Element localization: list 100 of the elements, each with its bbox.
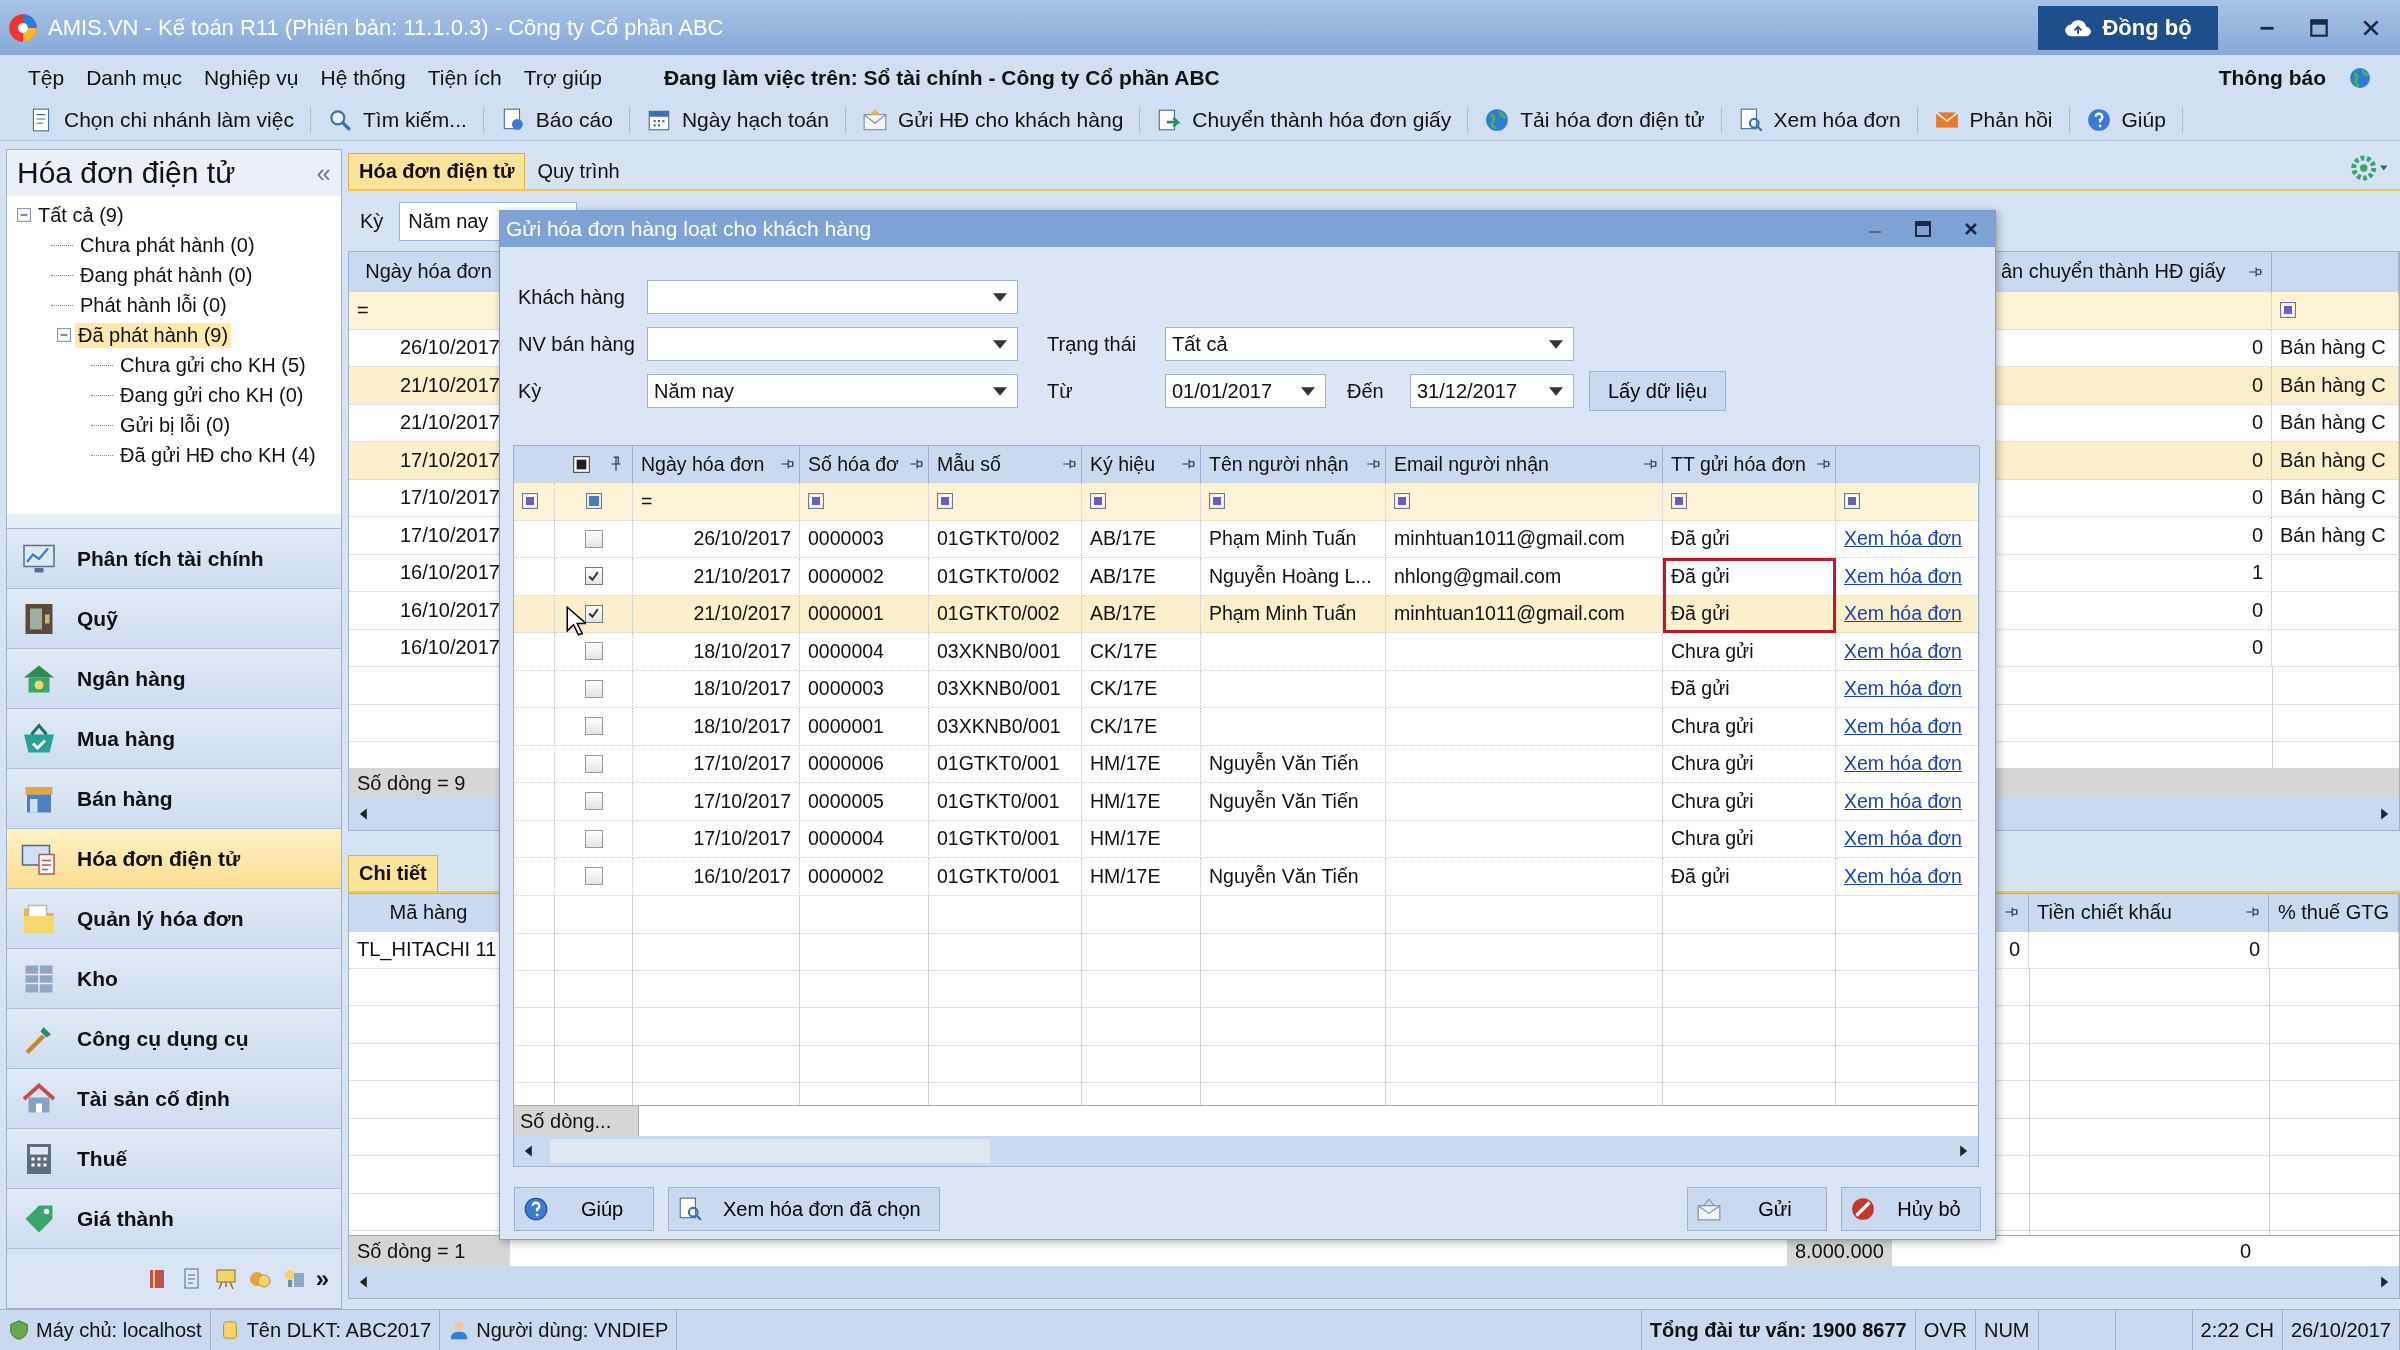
row-checkbox[interactable] (584, 829, 603, 848)
module-item[interactable]: Ngân hàng (7, 649, 341, 709)
more-button[interactable]: » (315, 1264, 329, 1293)
module-item[interactable]: Kho (7, 949, 341, 1009)
filter-icon[interactable] (1394, 493, 1410, 510)
invoice-row[interactable]: 18/10/2017 0000003 03XKNB0/001 CK/17E Đã gửi Xem hóa đơn (514, 670, 1978, 708)
row-checkbox[interactable] (584, 529, 603, 548)
view-invoice-link[interactable]: Xem hóa đơn (1844, 527, 1962, 551)
module-item[interactable]: Hóa đơn điện tử (7, 829, 341, 889)
toolbar-button[interactable]: Chuyển thành hóa đơn giấy (1192, 108, 1452, 132)
tree-item[interactable]: Chưa gửi cho KH (5) (117, 352, 309, 378)
filter-operator[interactable]: = (641, 489, 653, 513)
menu-item[interactable]: Nghiệp vụ (203, 65, 299, 90)
horizontal-scrollbar[interactable] (514, 1136, 1978, 1166)
menu-item[interactable]: Danh mục (86, 65, 182, 90)
pin-icon[interactable] (908, 456, 924, 472)
column-header[interactable]: Mẫu số (929, 446, 1082, 483)
toolbar-button[interactable]: Chọn chi nhánh làm việc (64, 108, 294, 132)
view-invoice-link[interactable]: Xem hóa đơn (1844, 639, 1962, 663)
invoice-row[interactable]: 17/10/2017 0000006 01GTKT0/001 HM/17E Nguyễn Văn Tiến Chưa gửi Xem hóa đơn (514, 745, 1978, 783)
filter-icon[interactable] (1671, 493, 1687, 510)
from-date-picker[interactable]: 01/01/2017 (1165, 374, 1326, 408)
dropdown-arrow-icon[interactable] (993, 339, 1007, 349)
invoice-row[interactable]: 16/10/2017 0000002 01GTKT0/001 HM/17E Nguyễn Văn Tiến Đã gửi Xem hóa đơn (514, 858, 1978, 896)
row-checkbox[interactable] (584, 567, 603, 586)
view-invoice-link[interactable]: Xem hóa đơn (1844, 789, 1962, 813)
sync-button[interactable]: Đồng bộ (2038, 5, 2218, 50)
view-invoice-link[interactable]: Xem hóa đơn (1844, 714, 1962, 738)
module-item[interactable]: Quỹ (7, 589, 341, 649)
view-invoice-link[interactable]: Xem hóa đơn (1844, 752, 1962, 776)
filter-icon[interactable] (937, 493, 953, 510)
tree-item[interactable]: Đã gửi HĐ cho KH (4) (117, 442, 319, 468)
filter-icon[interactable] (1209, 493, 1225, 510)
pin-icon[interactable] (1365, 456, 1381, 472)
toolbar-button[interactable]: Giúp (2121, 108, 2166, 132)
splitter-handle[interactable] (7, 514, 341, 529)
invoice-row[interactable]: 21/10/2017 0000001 01GTKT0/002 AB/17E Phạm Minh Tuấn minhtuan1011@gmail.com Đã gửi Xem hóa đơn (514, 595, 1978, 633)
module-item[interactable]: Thuế (7, 1129, 341, 1189)
tree-item[interactable]: Đang phát hành (0) (77, 262, 256, 288)
dropdown-arrow-icon[interactable] (1549, 386, 1563, 396)
horizontal-scrollbar[interactable] (349, 1266, 2399, 1298)
tab[interactable]: Quy trình (527, 154, 630, 189)
module-item[interactable]: Mua hàng (7, 709, 341, 769)
invoice-row[interactable]: 26/10/2017 0000003 01GTKT0/002 AB/17E Phạm Minh Tuấn minhtuan1011@gmail.com Đã gửi Xem hóa đơn (514, 520, 1978, 558)
toolbar-button[interactable]: Báo cáo (535, 108, 613, 132)
column-header[interactable]: Tiền chiết khấu (2029, 894, 2269, 932)
dropdown-arrow-icon[interactable] (993, 386, 1007, 396)
module-item[interactable]: Phân tích tài chính (7, 529, 341, 589)
row-checkbox[interactable] (584, 792, 603, 811)
menu-item[interactable]: Tiện ích (427, 65, 502, 90)
tree-item[interactable]: Gửi bị lỗi (0) (117, 412, 234, 438)
select-all-checkbox[interactable] (573, 455, 590, 473)
filter-icon[interactable] (2280, 302, 2296, 319)
toolbar-button[interactable]: Gửi HĐ cho khách hàng (898, 108, 1124, 132)
toolbar-button[interactable]: Ngày hạch toán (681, 108, 829, 132)
row-checkbox[interactable] (584, 604, 603, 623)
view-invoice-link[interactable]: Xem hóa đơn (1844, 677, 1962, 701)
module-item[interactable]: Quản lý hóa đơn (7, 889, 341, 949)
pin-icon[interactable] (608, 456, 624, 472)
column-header[interactable]: Email người nhận (1386, 446, 1663, 483)
send-button[interactable]: Gửi (1687, 1187, 1827, 1231)
module-item[interactable]: Công cụ dụng cụ (7, 1009, 341, 1069)
easel-icon[interactable] (213, 1266, 238, 1291)
row-checkbox[interactable] (584, 642, 603, 661)
dropdown-arrow-icon[interactable] (1549, 339, 1563, 349)
column-header[interactable]: Tên người nhận (1201, 446, 1386, 483)
row-checkbox[interactable] (584, 754, 603, 773)
pin-icon[interactable] (1061, 456, 1077, 472)
view-invoice-link[interactable]: Xem hóa đơn (1844, 564, 1962, 588)
invoice-row[interactable]: 17/10/2017 0000005 01GTKT0/001 HM/17E Nguyễn Văn Tiến Chưa gửi Xem hóa đơn (514, 783, 1978, 821)
column-header[interactable]: Số hóa đơ (800, 446, 929, 483)
invoice-row[interactable]: 18/10/2017 0000004 03XKNB0/001 CK/17E Chưa gửi Xem hóa đơn (514, 633, 1978, 671)
pin-icon[interactable] (1642, 456, 1658, 472)
filter-icon[interactable] (1844, 493, 1860, 510)
tree-item[interactable]: Tất cả (9) (35, 202, 127, 228)
menu-item[interactable]: Hệ thống (320, 65, 406, 90)
filter-icon[interactable] (585, 493, 602, 510)
fetch-button[interactable]: Lấy dữ liệu (1589, 371, 1726, 411)
maximize-icon[interactable] (1913, 219, 1933, 239)
notifications-link[interactable]: Thông báo (2218, 65, 2326, 90)
menu-item[interactable]: Tệp (28, 65, 65, 90)
filter-icon[interactable] (522, 493, 538, 510)
tree-item[interactable]: Chưa phát hành (0) (77, 232, 258, 258)
help-button[interactable]: Giúp (514, 1187, 654, 1231)
pin-icon[interactable] (779, 456, 795, 472)
globe-icon[interactable] (1484, 107, 1511, 133)
view-invoice-link[interactable]: Xem hóa đơn (1844, 864, 1962, 888)
filter-icon[interactable] (808, 493, 824, 510)
dropdown-arrow-icon[interactable] (993, 292, 1007, 302)
filter-icon[interactable] (1090, 493, 1106, 510)
help-icon[interactable] (2085, 107, 2112, 133)
view-invoice-link[interactable]: Xem hóa đơn (1844, 827, 1962, 851)
cancel-button[interactable]: Hủy bỏ (1841, 1187, 1981, 1231)
column-header[interactable]: Ngày hóa đơn (633, 446, 800, 483)
column-header[interactable]: TT gửi hóa đơn (1663, 446, 1836, 483)
row-checkbox[interactable] (584, 679, 603, 698)
tree-item[interactable]: Đang gửi cho KH (0) (117, 382, 307, 408)
toolbar-button[interactable]: Tìm kiếm... (362, 108, 467, 132)
collapse-box-icon[interactable] (17, 208, 31, 222)
dropdown-arrow-icon[interactable] (1301, 386, 1315, 396)
